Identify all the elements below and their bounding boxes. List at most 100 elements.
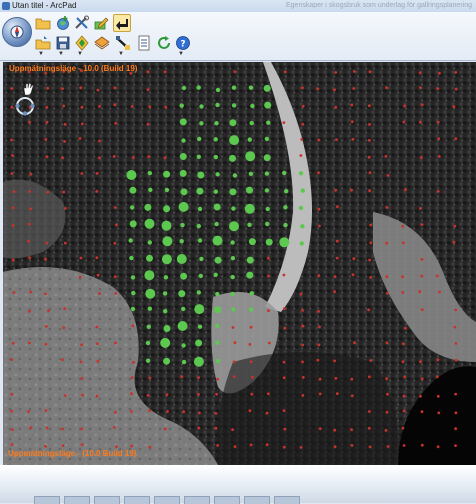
plot-point-marker <box>163 156 167 160</box>
plot-point-marker <box>63 394 67 397</box>
plot-point-marker <box>80 122 84 126</box>
save-button[interactable] <box>54 34 72 52</box>
sample-point-marker <box>179 103 184 108</box>
tools-button[interactable] <box>73 14 91 32</box>
edit-button[interactable] <box>92 14 110 32</box>
plot-point-marker <box>367 426 371 430</box>
plot-point-marker <box>283 427 287 431</box>
sample-point-marker <box>214 256 222 264</box>
zoom-ring-icon[interactable] <box>15 96 35 116</box>
plot-point-marker <box>402 444 406 447</box>
sample-point-marker <box>250 103 255 109</box>
open-map-dropdown-arrow[interactable]: ▼ <box>38 51 44 57</box>
plot-point-marker <box>436 190 440 193</box>
sample-point-marker <box>163 309 168 314</box>
folder-open-icon <box>35 18 51 30</box>
help-icon: ? <box>176 36 190 50</box>
open-map-button[interactable] <box>34 34 52 52</box>
sample-point-marker <box>232 173 238 178</box>
sample-point-marker <box>147 240 152 245</box>
help-button[interactable]: ? <box>174 34 192 52</box>
plot-point-marker <box>81 393 84 397</box>
sample-point-marker <box>215 358 221 364</box>
back-button[interactable] <box>113 14 131 32</box>
sample-point-marker <box>180 222 185 228</box>
plot-point-marker <box>454 444 457 447</box>
plot-point-marker <box>351 137 355 141</box>
plot-point-marker <box>454 342 458 345</box>
plot-point-marker <box>231 326 235 329</box>
arcpad-main-menu-button[interactable] <box>2 17 32 47</box>
plot-point-marker <box>95 190 99 193</box>
gps-tools-button[interactable] <box>114 34 132 52</box>
plot-point-marker <box>80 105 84 109</box>
plot-point-marker <box>164 105 168 109</box>
help-dropdown-arrow[interactable]: ▼ <box>178 51 184 57</box>
plot-point-marker <box>63 307 66 310</box>
gps-tools-dropdown-arrow[interactable]: ▼ <box>118 51 124 57</box>
save-dropdown-arrow[interactable]: ▼ <box>58 51 64 57</box>
plot-point-marker <box>418 71 422 75</box>
add-layer-button[interactable] <box>54 14 72 32</box>
plot-point-marker <box>454 392 457 396</box>
plot-point-marker <box>61 156 64 160</box>
table-button[interactable] <box>135 34 153 52</box>
gps-position-button[interactable] <box>73 34 91 52</box>
sample-point-marker <box>179 153 187 160</box>
plot-point-marker <box>148 409 151 413</box>
plot-point-marker <box>231 428 235 431</box>
plot-point-marker <box>401 342 405 346</box>
plot-point-marker <box>335 138 338 141</box>
sample-point-marker <box>145 358 151 363</box>
plot-point-marker <box>180 375 184 379</box>
plot-point-marker <box>419 394 422 398</box>
plot-point-marker <box>80 443 84 446</box>
plot-point-marker <box>350 377 354 381</box>
plot-point-marker <box>282 409 286 412</box>
open-map-icon <box>35 36 51 50</box>
plot-point-marker <box>182 410 186 414</box>
refresh-button[interactable] <box>155 34 173 52</box>
plot-point-marker <box>267 309 270 312</box>
sample-point-marker <box>181 343 186 348</box>
plot-point-marker <box>267 341 271 345</box>
sample-point-marker <box>199 104 204 109</box>
plot-point-marker <box>420 257 424 261</box>
sample-point-marker <box>248 85 254 90</box>
plot-point-marker <box>453 325 457 329</box>
sample-point-marker <box>146 324 151 329</box>
sample-point-marker <box>213 272 218 277</box>
plot-point-marker <box>95 256 99 260</box>
plot-point-marker <box>10 392 14 396</box>
plot-point-marker <box>113 103 117 107</box>
sample-point-marker <box>196 85 201 90</box>
plot-point-marker <box>44 292 47 296</box>
plot-point-marker <box>301 309 304 312</box>
plot-point-marker <box>317 171 320 175</box>
sample-point-marker <box>248 307 254 312</box>
plot-point-marker <box>454 358 458 362</box>
pan-hand-icon[interactable] <box>21 82 35 96</box>
plot-point-marker <box>436 445 440 449</box>
plot-point-marker <box>63 122 67 126</box>
plot-point-marker <box>452 105 456 109</box>
gps-dropdown-arrow[interactable]: ▼ <box>77 51 83 57</box>
sample-point-marker <box>231 103 237 108</box>
plot-point-marker <box>436 87 440 90</box>
plot-point-marker <box>420 377 424 381</box>
plot-point-marker <box>333 290 336 293</box>
sample-point-marker <box>194 304 205 315</box>
sample-point-marker <box>215 102 220 108</box>
map-navigation-control[interactable] <box>11 82 47 122</box>
plot-point-marker <box>369 241 373 245</box>
sample-point-marker <box>284 189 289 194</box>
layer-style-button[interactable] <box>93 34 111 52</box>
plot-point-marker <box>131 324 135 328</box>
plot-point-marker <box>453 224 457 228</box>
plot-point-marker <box>352 87 356 90</box>
plot-point-marker <box>352 257 356 261</box>
folder-open-button[interactable] <box>34 14 52 32</box>
sample-point-marker <box>264 101 272 109</box>
plot-point-marker <box>301 86 304 90</box>
map-view[interactable]: Uppmätningsläge - 10.0 (Build 19) Uppmät… <box>3 62 476 465</box>
